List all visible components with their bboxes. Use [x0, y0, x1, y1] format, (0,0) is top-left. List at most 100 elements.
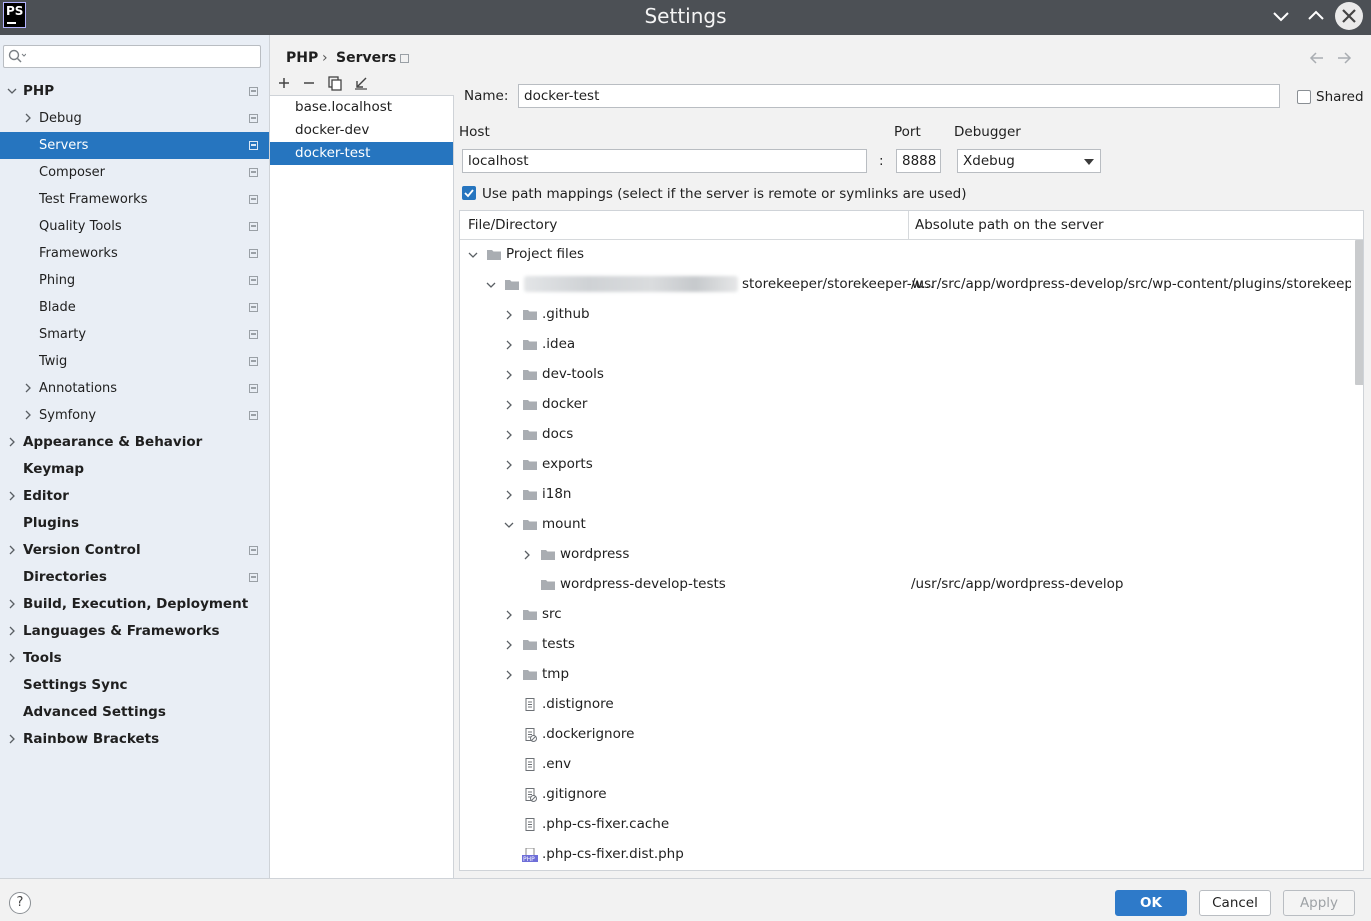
sidebar-item-directories[interactable]: Directories — [0, 564, 269, 591]
table-row[interactable]: tests — [460, 630, 1355, 660]
chevron-right-icon[interactable] — [504, 670, 514, 680]
sidebar-item-frameworks[interactable]: Frameworks — [0, 240, 269, 267]
path-mappings-checkbox[interactable] — [462, 186, 476, 200]
name-field[interactable]: docker-test — [518, 84, 1280, 108]
server-path[interactable]: /usr/src/app/wordpress-develop/src/wp-co… — [911, 276, 1351, 292]
copy-icon[interactable] — [326, 74, 344, 92]
table-row[interactable]: dev-tools — [460, 360, 1355, 390]
chevron-right-icon[interactable] — [23, 383, 33, 393]
chevron-right-icon[interactable] — [504, 460, 514, 470]
port-field[interactable]: 8888 — [896, 149, 941, 173]
chevron-right-icon[interactable] — [504, 370, 514, 380]
sidebar-item-version-control[interactable]: Version Control — [0, 537, 269, 564]
back-arrow-icon[interactable] — [1309, 50, 1325, 66]
scrollbar[interactable] — [1355, 240, 1363, 385]
maximize-icon[interactable] — [1303, 3, 1329, 29]
table-row[interactable]: .dockerignore — [460, 720, 1355, 750]
chevron-right-icon[interactable] — [23, 113, 33, 123]
sidebar-item-smarty[interactable]: Smarty — [0, 321, 269, 348]
sidebar-item-blade[interactable]: Blade — [0, 294, 269, 321]
sidebar-item-phing[interactable]: Phing — [0, 267, 269, 294]
import-icon[interactable] — [352, 74, 370, 92]
table-row[interactable]: PHP .php-cs-fixer.dist.php — [460, 840, 1355, 870]
column-header-file[interactable]: File/Directory — [468, 217, 557, 233]
server-item[interactable]: docker-dev — [270, 119, 453, 142]
chevron-right-icon[interactable] — [504, 310, 514, 320]
chevron-right-icon[interactable] — [522, 550, 532, 560]
sidebar-item-advanced-settings[interactable]: Advanced Settings — [0, 699, 269, 726]
chevron-right-icon[interactable] — [504, 610, 514, 620]
table-row[interactable]: .php-cs-fixer.cache — [460, 810, 1355, 840]
sidebar-item-composer[interactable]: Composer — [0, 159, 269, 186]
sidebar-item-servers[interactable]: Servers — [0, 132, 269, 159]
sidebar-item-tools[interactable]: Tools — [0, 645, 269, 672]
table-row[interactable]: wordpress-develop-tests/usr/src/app/word… — [460, 570, 1355, 600]
shared-checkbox[interactable] — [1297, 90, 1311, 104]
chevron-right-icon[interactable] — [7, 437, 17, 447]
chevron-right-icon[interactable] — [504, 400, 514, 410]
table-row[interactable]: src — [460, 600, 1355, 630]
chevron-down-icon[interactable] — [7, 86, 17, 96]
table-row[interactable]: .env — [460, 750, 1355, 780]
chevron-right-icon[interactable] — [504, 430, 514, 440]
column-header-server-path[interactable]: Absolute path on the server — [915, 217, 1104, 233]
server-path[interactable]: /usr/src/app/wordpress-develop — [911, 576, 1351, 592]
table-row[interactable]: Project files — [460, 240, 1355, 270]
debugger-select[interactable]: Xdebug — [957, 149, 1101, 173]
chevron-right-icon[interactable] — [23, 410, 33, 420]
sidebar-item-build-execution-deployment[interactable]: Build, Execution, Deployment — [0, 591, 269, 618]
apply-button[interactable]: Apply — [1283, 890, 1355, 916]
sidebar-item-symfony[interactable]: Symfony — [0, 402, 269, 429]
table-row[interactable]: .distignore — [460, 690, 1355, 720]
sidebar-item-settings-sync[interactable]: Settings Sync — [0, 672, 269, 699]
table-row[interactable]: mount — [460, 510, 1355, 540]
sidebar-item-appearance-behavior[interactable]: Appearance & Behavior — [0, 429, 269, 456]
chevron-right-icon[interactable] — [7, 545, 17, 555]
close-button[interactable] — [1335, 2, 1363, 30]
table-row[interactable]: .gitignore — [460, 780, 1355, 810]
breadcrumb-parent[interactable]: PHP — [286, 50, 318, 66]
chevron-down-icon[interactable] — [504, 520, 514, 530]
sidebar-item-rainbow-brackets[interactable]: Rainbow Brackets — [0, 726, 269, 753]
sidebar-item-quality-tools[interactable]: Quality Tools — [0, 213, 269, 240]
table-row[interactable]: wordpress — [460, 540, 1355, 570]
chevron-right-icon[interactable] — [7, 653, 17, 663]
search-field[interactable] — [3, 45, 261, 68]
chevron-right-icon[interactable] — [7, 626, 17, 636]
table-row[interactable]: i18n — [460, 480, 1355, 510]
sidebar-item-test-frameworks[interactable]: Test Frameworks — [0, 186, 269, 213]
table-row[interactable]: .idea — [460, 330, 1355, 360]
cancel-button[interactable]: Cancel — [1199, 890, 1271, 916]
sidebar-item-debug[interactable]: Debug — [0, 105, 269, 132]
table-row[interactable]: storekeeper/storekeeper-w.../usr/src/app… — [460, 270, 1355, 300]
chevron-right-icon[interactable] — [7, 599, 17, 609]
sidebar-item-php[interactable]: PHP — [0, 78, 269, 105]
chevron-right-icon[interactable] — [504, 490, 514, 500]
minimize-icon[interactable] — [1268, 3, 1294, 29]
sidebar-item-annotations[interactable]: Annotations — [0, 375, 269, 402]
table-row[interactable]: docker — [460, 390, 1355, 420]
forward-arrow-icon[interactable] — [1336, 50, 1352, 66]
add-icon[interactable] — [275, 74, 293, 92]
sidebar-item-twig[interactable]: Twig — [0, 348, 269, 375]
sidebar-item-keymap[interactable]: Keymap — [0, 456, 269, 483]
help-button[interactable]: ? — [9, 892, 31, 914]
chevron-down-icon[interactable] — [486, 280, 496, 290]
table-row[interactable]: tmp — [460, 660, 1355, 690]
chevron-right-icon[interactable] — [7, 491, 17, 501]
host-field[interactable]: localhost — [462, 149, 867, 173]
chevron-down-icon[interactable] — [468, 250, 478, 260]
chevron-right-icon[interactable] — [7, 734, 17, 744]
table-row[interactable]: docs — [460, 420, 1355, 450]
table-row[interactable]: exports — [460, 450, 1355, 480]
sidebar-item-plugins[interactable]: Plugins — [0, 510, 269, 537]
sidebar-item-editor[interactable]: Editor — [0, 483, 269, 510]
server-item-selected[interactable]: docker-test — [270, 142, 453, 165]
table-row[interactable]: .github — [460, 300, 1355, 330]
remove-icon[interactable] — [300, 74, 318, 92]
server-item[interactable]: base.localhost — [270, 96, 453, 119]
chevron-right-icon[interactable] — [504, 640, 514, 650]
ok-button[interactable]: OK — [1115, 890, 1187, 916]
chevron-right-icon[interactable] — [504, 340, 514, 350]
sidebar-item-languages-frameworks[interactable]: Languages & Frameworks — [0, 618, 269, 645]
